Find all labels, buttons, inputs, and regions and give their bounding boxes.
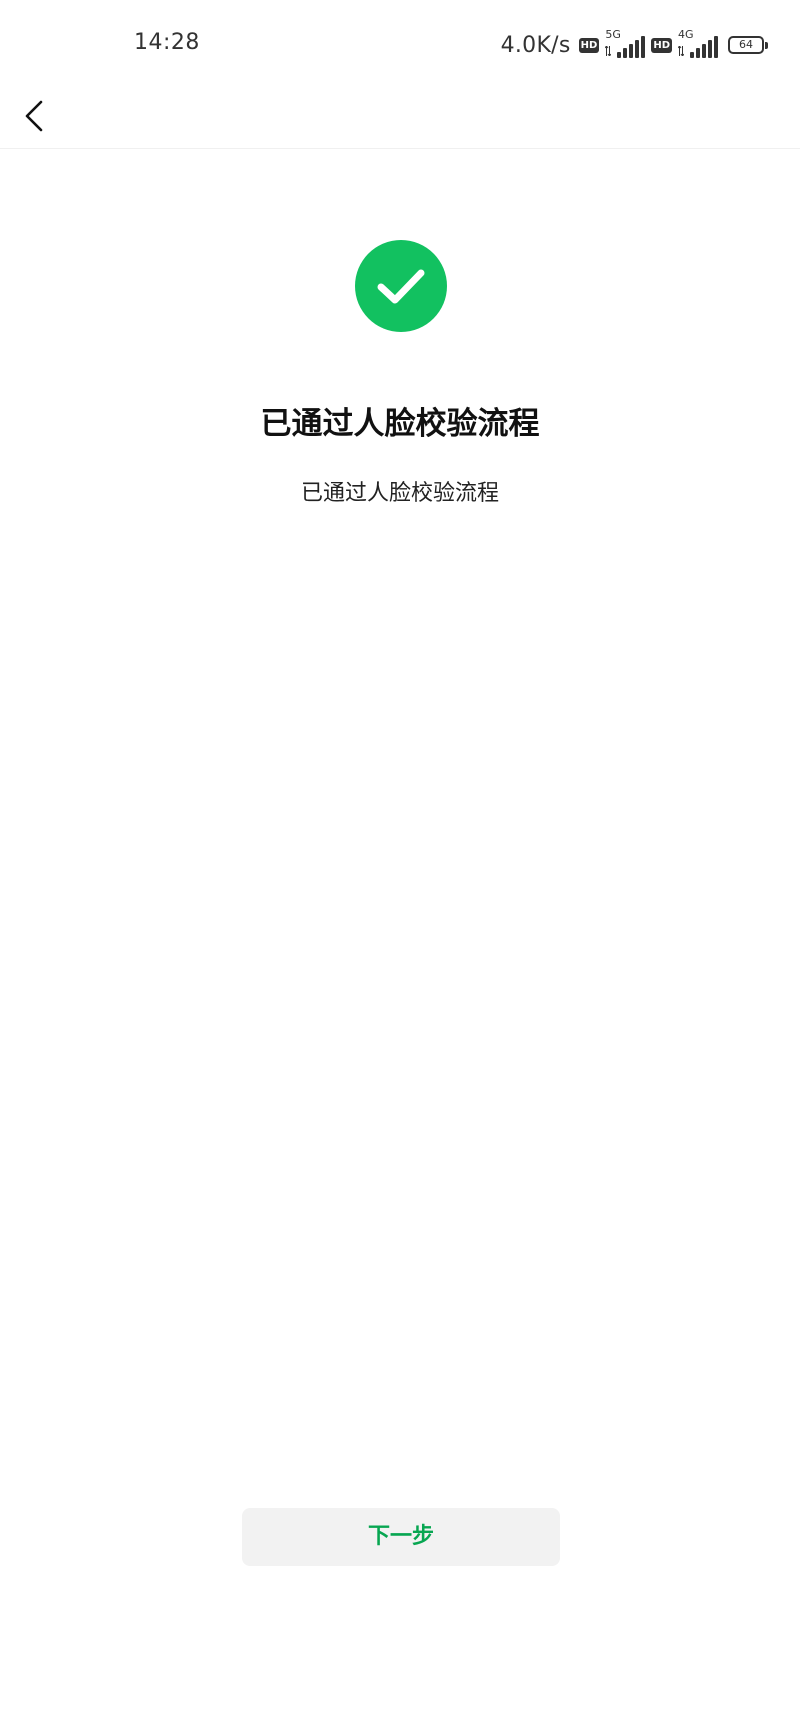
signal-5g-icon: 5G — [605, 28, 646, 58]
battery-level: 64 — [739, 38, 753, 51]
result-description: 已通过人脸校验流程 — [300, 481, 499, 506]
screen: 14:28 4.0K/s HD 5G HD 4G 64 已通过人脸校验流程 已通… — [0, 0, 800, 1731]
status-time: 14:28 — [134, 30, 200, 55]
battery-icon: 64 — [728, 36, 768, 54]
hd-badge: HD — [578, 37, 600, 53]
status-indicators: 4.0K/s HD 5G HD 4G 64 — [500, 28, 768, 60]
signal-bars — [617, 36, 646, 58]
data-arrows-icon — [605, 46, 612, 56]
next-step-button[interactable]: 下一步 — [242, 1508, 560, 1566]
nav-bar — [0, 90, 800, 149]
hd-badge-2: HD — [651, 37, 672, 53]
check-circle-icon — [355, 240, 447, 332]
back-button[interactable] — [14, 94, 58, 138]
signal-4g-icon: 4G — [678, 28, 718, 58]
chevron-left-icon — [25, 100, 43, 132]
result-title: 已通过人脸校验流程 — [260, 406, 540, 442]
status-bar: 14:28 4.0K/s HD 5G HD 4G 64 — [0, 0, 800, 90]
check-icon — [377, 269, 425, 304]
network-speed: 4.0K/s — [500, 32, 571, 58]
signal-bars-2 — [690, 36, 718, 58]
data-arrows-icon-2 — [678, 46, 684, 56]
